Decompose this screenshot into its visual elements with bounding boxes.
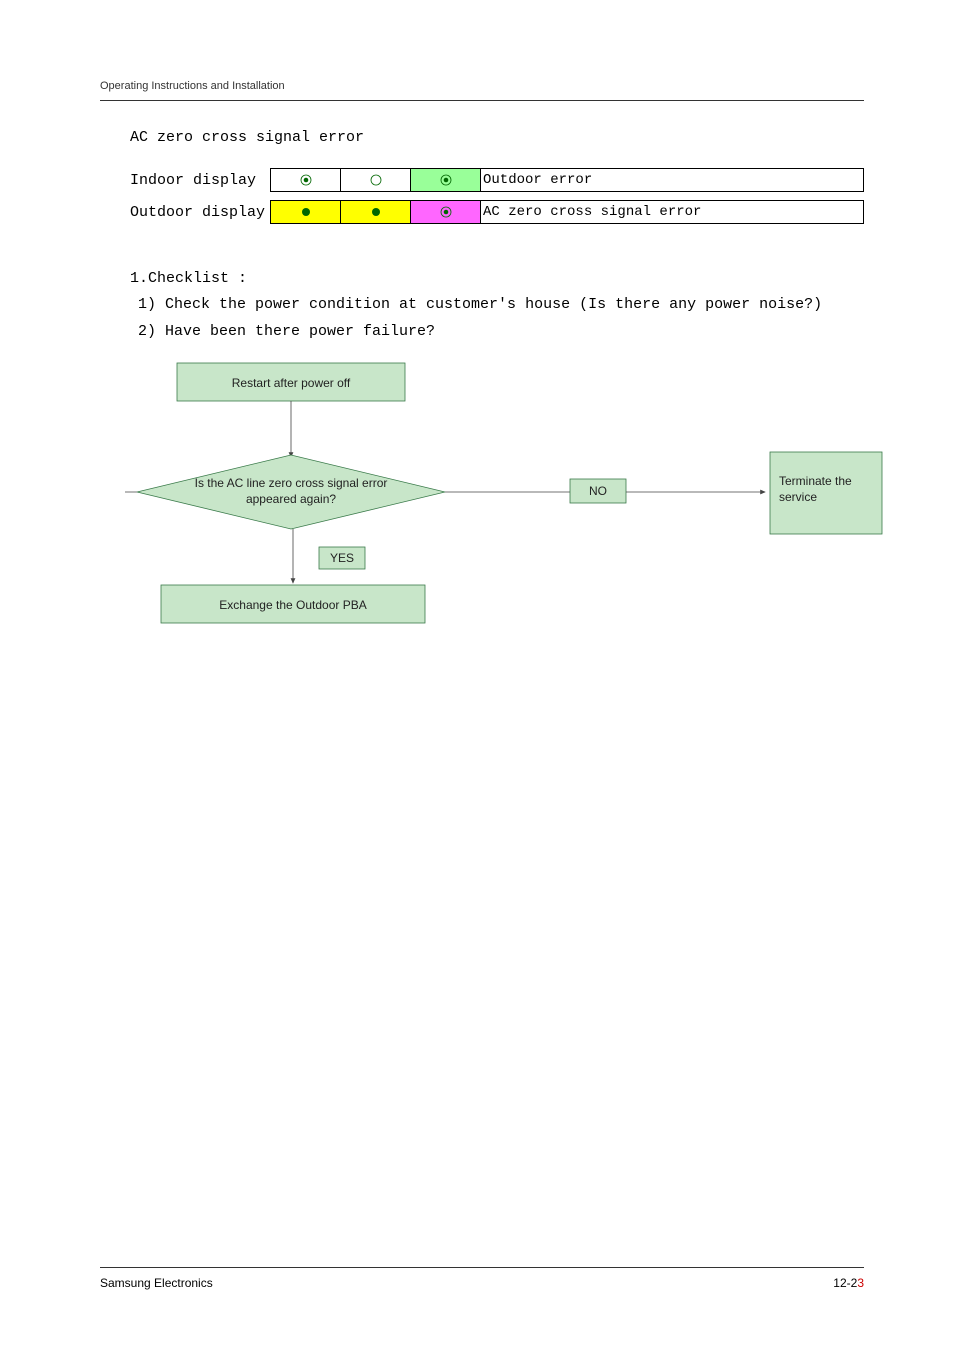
flowchart: Restart after power off Is the AC line z… (125, 357, 864, 652)
flow-exchange-text: Exchange the Outdoor PBA (219, 598, 366, 612)
checklist-item-1: 1) Check the power condition at customer… (138, 292, 864, 318)
page-footer: Samsung Electronics 12-23 (100, 1267, 864, 1290)
indoor-led-2 (341, 169, 411, 191)
footer-right: 12-23 (833, 1276, 864, 1290)
page-header: Operating Instructions and Installation (100, 80, 864, 101)
outdoor-led-3 (411, 201, 481, 223)
outdoor-display-label: Outdoor display (130, 204, 270, 221)
outdoor-display-desc: AC zero cross signal error (481, 201, 863, 223)
flow-no-label: NO (589, 484, 607, 498)
flow-yes-label: YES (330, 551, 354, 565)
led-dot-icon (439, 205, 453, 219)
led-dot-icon (439, 173, 453, 187)
section-title: AC zero cross signal error (130, 129, 864, 146)
flow-terminate-text-1: Terminate the (779, 474, 852, 488)
flow-decision-text-2: appeared again? (246, 492, 336, 506)
led-circle-icon (369, 173, 383, 187)
indoor-led-3 (411, 169, 481, 191)
outdoor-led-2 (341, 201, 411, 223)
flow-decision-text-1: Is the AC line zero cross signal error (195, 476, 388, 490)
indoor-display-desc: Outdoor error (481, 169, 863, 191)
flow-terminate-text-2: service (779, 490, 817, 504)
led-dot-icon (299, 205, 313, 219)
led-dot-icon (299, 173, 313, 187)
indoor-display-label: Indoor display (130, 172, 270, 189)
flow-start-text: Restart after power off (232, 376, 351, 390)
led-dot-icon (369, 205, 383, 219)
checklist: 1.Checklist : 1) Check the power conditi… (130, 266, 864, 345)
footer-left: Samsung Electronics (100, 1276, 213, 1290)
indoor-display-row: Indoor display Outdoor error (130, 168, 864, 192)
checklist-title: 1.Checklist : (130, 266, 864, 292)
outdoor-display-row: Outdoor display AC zero cross signal err… (130, 200, 864, 224)
outdoor-led-1 (271, 201, 341, 223)
indoor-led-1 (271, 169, 341, 191)
checklist-item-2: 2) Have been there power failure? (138, 319, 864, 345)
